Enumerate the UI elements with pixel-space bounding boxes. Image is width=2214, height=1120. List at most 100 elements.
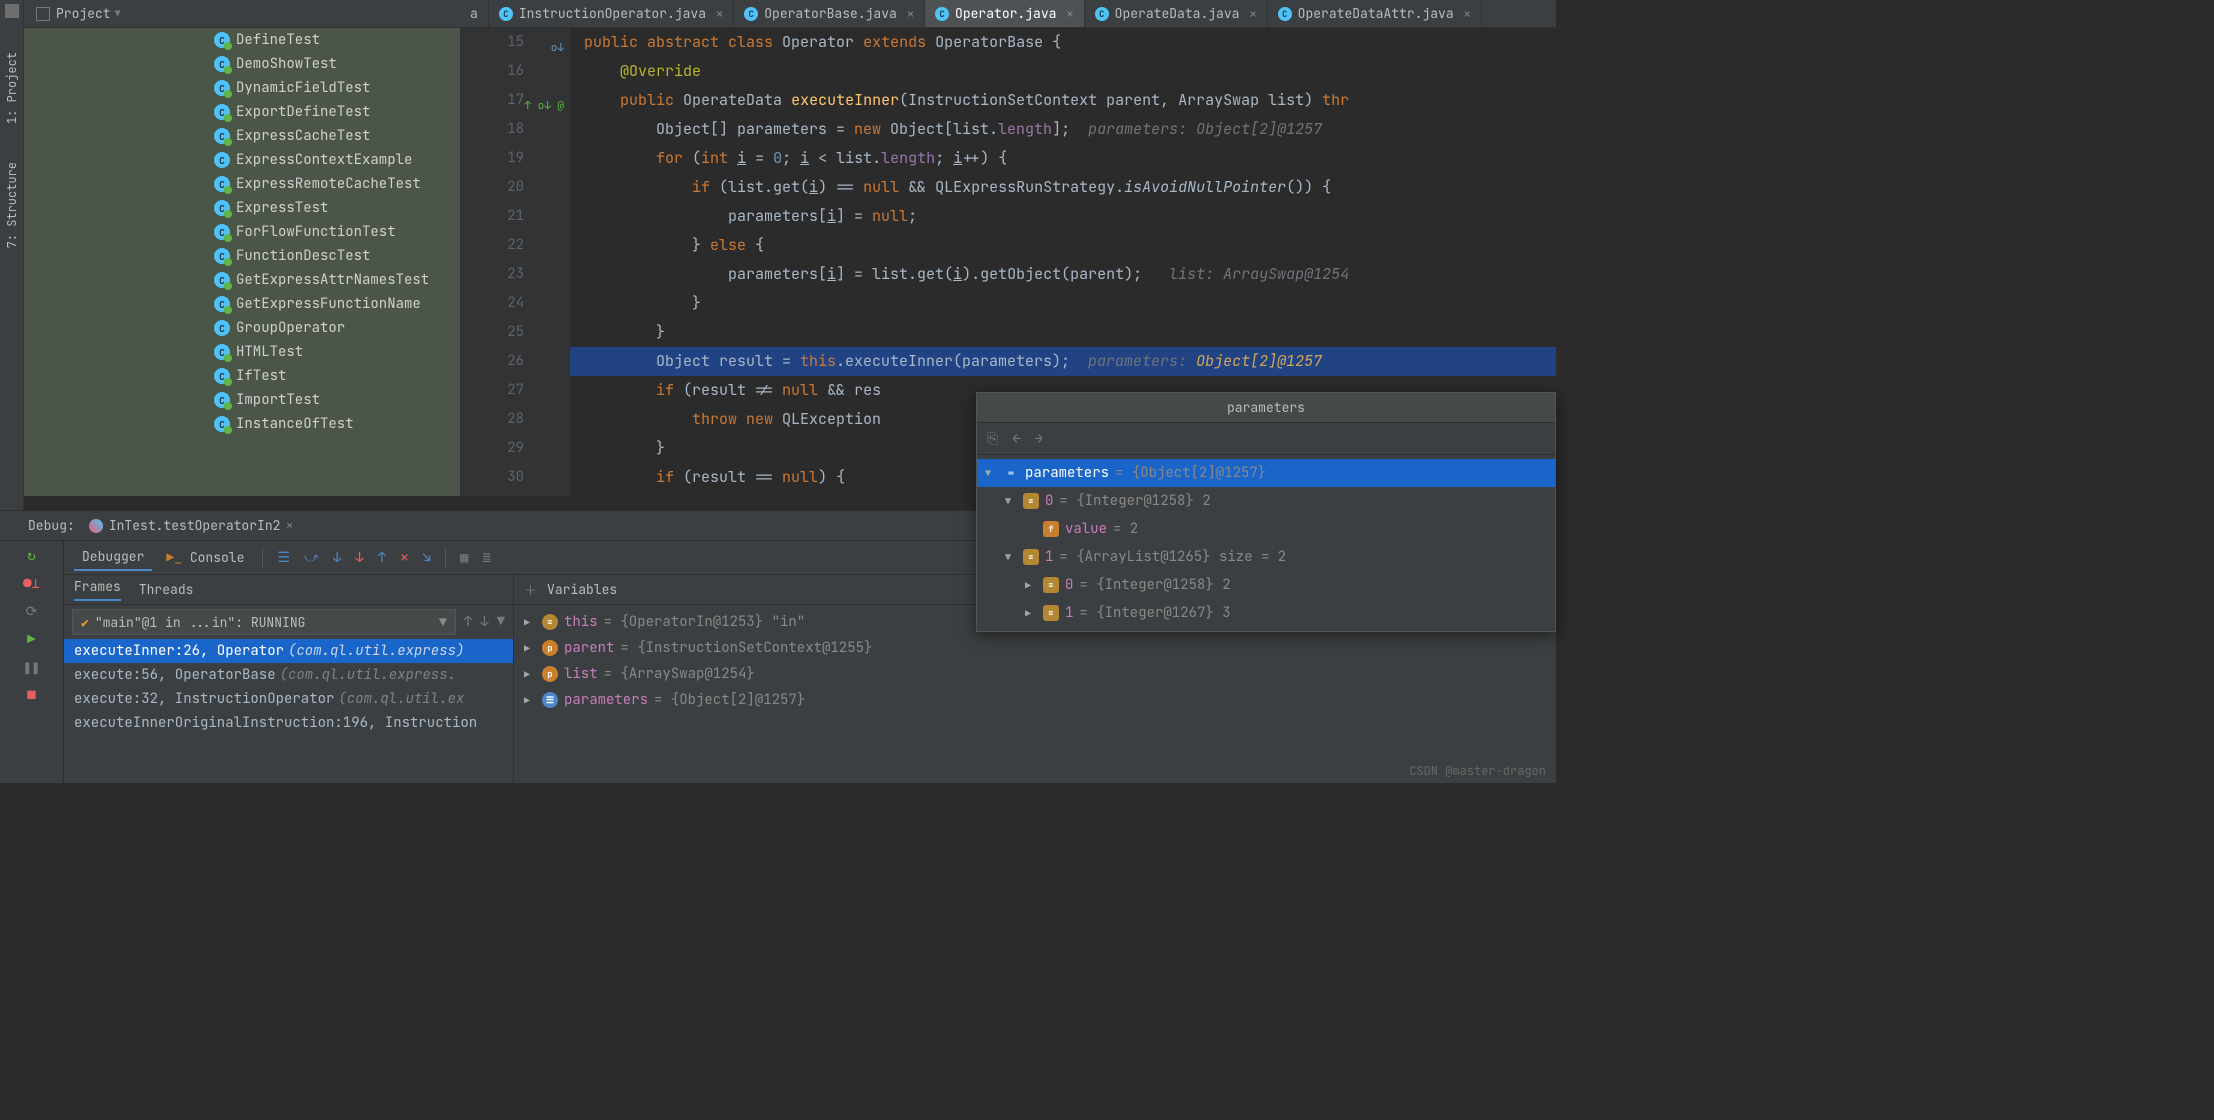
line-number[interactable]: 26 xyxy=(460,347,524,376)
expand-icon[interactable]: ▶ xyxy=(524,642,536,655)
code-line[interactable]: Object result = this.executeInner(parame… xyxy=(570,347,1556,376)
variable-row[interactable]: ▶≡1 = {Integer@1267} 3 xyxy=(977,599,1555,627)
frame-row[interactable]: execute:32, InstructionOperator(com.ql.u… xyxy=(64,687,513,711)
structure-tool-button[interactable]: 7: Structure xyxy=(4,158,20,252)
rerun-icon[interactable]: ↻ xyxy=(23,547,41,565)
tree-item[interactable]: CExportDefineTest xyxy=(24,100,460,124)
tree-item[interactable]: CForFlowFunctionTest xyxy=(24,220,460,244)
line-number[interactable]: 21 xyxy=(460,202,524,231)
close-icon[interactable]: ✕ xyxy=(716,6,723,22)
editor-tab[interactable]: CInstructionOperator.java✕ xyxy=(489,0,734,27)
project-tool-button[interactable]: 1: Project xyxy=(4,48,20,128)
code-line[interactable]: public abstract class Operator extends O… xyxy=(570,28,1556,57)
code-line[interactable]: Object[] parameters = new Object[list.le… xyxy=(570,115,1556,144)
tree-item[interactable]: CGroupOperator xyxy=(24,316,460,340)
next-frame-icon[interactable]: ↓ xyxy=(480,613,488,631)
line-number[interactable]: 23 xyxy=(460,260,524,289)
variable-row[interactable]: ▼≡0 = {Integer@1258} 2 xyxy=(977,487,1555,515)
code-line[interactable]: parameters[i] = null; xyxy=(570,202,1556,231)
step-over-icon[interactable]: ⤻ xyxy=(300,549,323,567)
pause-icon[interactable]: ❚❚ xyxy=(23,659,41,677)
line-number[interactable]: 30 xyxy=(460,463,524,492)
variable-row[interactable]: ▶plist = {ArraySwap@1254} xyxy=(514,661,1556,687)
variable-row[interactable]: ▶pparent = {InstructionSetContext@1255} xyxy=(514,635,1556,661)
expand-icon[interactable]: ▶ xyxy=(524,616,536,629)
breakpoint-toggle-icon[interactable]: ●⟂ xyxy=(23,575,41,593)
line-number[interactable]: 22 xyxy=(460,231,524,260)
trace-icon[interactable]: ≣ xyxy=(478,549,494,567)
variable-row[interactable]: ▼∞parameters = {Object[2]@1257} xyxy=(977,459,1555,487)
resume-icon[interactable]: ▶ xyxy=(23,631,41,649)
frame-row[interactable]: execute:56, OperatorBase(com.ql.util.exp… xyxy=(64,663,513,687)
filter-icon[interactable]: ▼ xyxy=(497,613,505,631)
line-number[interactable]: 19 xyxy=(460,144,524,173)
variable-row[interactable]: ▼≡1 = {ArrayList@1265} size = 2 xyxy=(977,543,1555,571)
tree-item[interactable]: CExpressCacheTest xyxy=(24,124,460,148)
close-icon[interactable]: ✕ xyxy=(286,519,293,533)
code-line[interactable]: } xyxy=(570,318,1556,347)
evaluate-icon[interactable]: ▦ xyxy=(456,549,472,567)
expand-icon[interactable]: ▼ xyxy=(1005,495,1017,508)
thread-dropdown[interactable]: ✔ "main"@1 in ...in": RUNNING ▼ xyxy=(72,609,456,635)
frame-list[interactable]: executeInner:26, Operator(com.ql.util.ex… xyxy=(64,639,513,783)
popup-pin-icon[interactable]: ⎘ xyxy=(987,430,998,448)
line-number[interactable]: 29 xyxy=(460,434,524,463)
tree-item[interactable]: CFunctionDescTest xyxy=(24,244,460,268)
line-number[interactable]: 15o↓ xyxy=(460,28,524,57)
project-tree[interactable]: CDefineTestCDemoShowTestCDynamicFieldTes… xyxy=(24,28,460,496)
variable-row[interactable]: ▶≡0 = {Integer@1258} 2 xyxy=(977,571,1555,599)
code-line[interactable]: } xyxy=(570,289,1556,318)
console-tab[interactable]: ▶_ Console xyxy=(158,545,252,570)
expand-icon[interactable]: ▶ xyxy=(524,668,536,681)
tree-item[interactable]: CGetExpressFunctionName xyxy=(24,292,460,316)
expand-icon[interactable]: ▶ xyxy=(524,694,536,707)
tree-item[interactable]: CImportTest xyxy=(24,388,460,412)
line-number[interactable]: 24 xyxy=(460,289,524,318)
editor-tab[interactable]: a xyxy=(460,0,489,27)
stop-icon[interactable]: ■ xyxy=(23,687,41,705)
tree-item[interactable]: CExpressContextExample xyxy=(24,148,460,172)
popup-back-icon[interactable]: ← xyxy=(1012,430,1020,448)
layout-icon[interactable]: ⟳ xyxy=(23,603,41,621)
code-line[interactable]: public OperateData executeInner(Instruct… xyxy=(570,86,1556,115)
line-number[interactable]: 20 xyxy=(460,173,524,202)
editor-tab[interactable]: COperateData.java✕ xyxy=(1085,0,1268,27)
line-number[interactable]: 25 xyxy=(460,318,524,347)
debug-session-tab[interactable]: InTest.testOperatorIn2 ✕ xyxy=(89,517,293,534)
expand-icon[interactable]: ▶ xyxy=(1025,607,1037,620)
debugger-tab[interactable]: Debugger xyxy=(74,544,152,571)
line-number[interactable]: 27 xyxy=(460,376,524,405)
line-number[interactable]: 28 xyxy=(460,405,524,434)
code-line[interactable]: for (int i = 0; i < list.length; i++) { xyxy=(570,144,1556,173)
add-watch-icon[interactable]: ＋ xyxy=(524,580,537,599)
editor-tab[interactable]: COperatorBase.java✕ xyxy=(734,0,925,27)
force-step-into-icon[interactable]: ↓ xyxy=(351,549,367,567)
tree-item[interactable]: CIfTest xyxy=(24,364,460,388)
variable-row[interactable]: ▶☰parameters = {Object[2]@1257} xyxy=(514,687,1556,713)
close-icon[interactable]: ✕ xyxy=(907,6,914,22)
project-dropdown[interactable]: Project xyxy=(56,5,111,22)
tree-item[interactable]: CDefineTest xyxy=(24,28,460,52)
frame-row[interactable]: executeInnerOriginalInstruction:196, Ins… xyxy=(64,711,513,735)
tree-item[interactable]: CInstanceOfTest xyxy=(24,412,460,436)
step-out-icon[interactable]: ↑ xyxy=(374,549,390,567)
code-line[interactable]: if (list.get(i) == null && QLExpressRunS… xyxy=(570,173,1556,202)
editor-tab[interactable]: COperator.java✕ xyxy=(925,0,1085,27)
tree-item[interactable]: CGetExpressAttrNamesTest xyxy=(24,268,460,292)
expand-icon[interactable]: ▼ xyxy=(985,467,997,480)
line-number[interactable]: 16 xyxy=(460,57,524,86)
tree-item[interactable]: CHTMLTest xyxy=(24,340,460,364)
run-to-cursor-icon[interactable]: ↘ xyxy=(419,549,435,567)
close-icon[interactable]: ✕ xyxy=(1249,6,1256,22)
code-line[interactable]: @Override xyxy=(570,57,1556,86)
close-icon[interactable]: ✕ xyxy=(1066,6,1073,22)
tree-item[interactable]: CDynamicFieldTest xyxy=(24,76,460,100)
code-line[interactable]: } else { xyxy=(570,231,1556,260)
tree-item[interactable]: CExpressRemoteCacheTest xyxy=(24,172,460,196)
drop-frame-icon[interactable]: ✕ xyxy=(396,549,412,567)
popup-tree[interactable]: ▼∞parameters = {Object[2]@1257}▼≡0 = {In… xyxy=(977,455,1555,631)
step-into-icon[interactable]: ↓ xyxy=(329,549,345,567)
editor-tab[interactable]: COperateDataAttr.java✕ xyxy=(1268,0,1482,27)
threads-tab[interactable]: Threads xyxy=(139,581,194,598)
frame-row[interactable]: executeInner:26, Operator(com.ql.util.ex… xyxy=(64,639,513,663)
